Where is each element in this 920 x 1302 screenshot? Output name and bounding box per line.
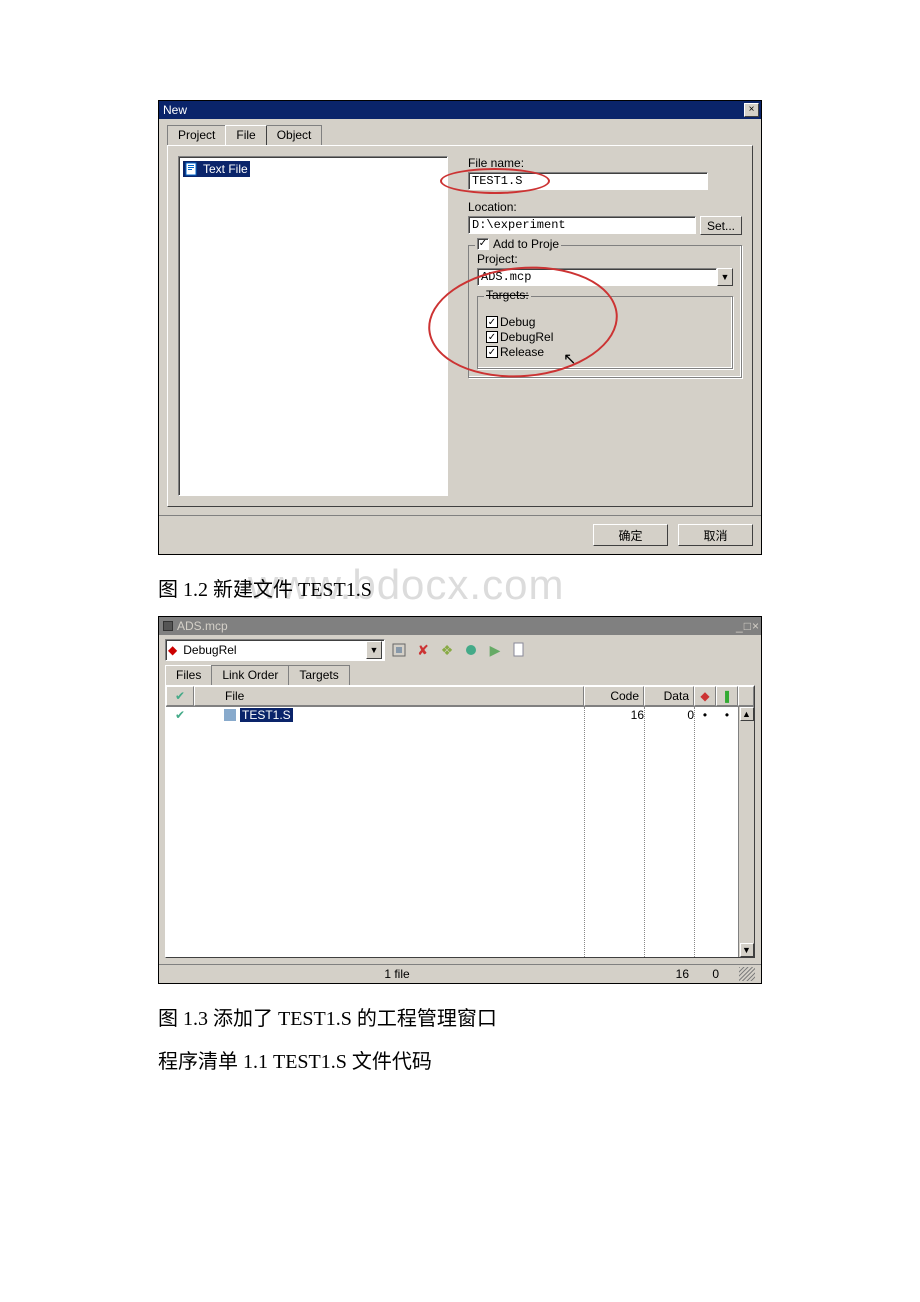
- minimize-icon[interactable]: _: [736, 619, 743, 633]
- target-release[interactable]: ✓ Release: [486, 345, 724, 359]
- targets-label: Targets:: [484, 288, 531, 302]
- statusbar: 1 file 16 0: [159, 964, 761, 983]
- file-name-input[interactable]: [468, 172, 708, 190]
- target-debug[interactable]: ✓ Debug: [486, 315, 724, 329]
- target-label: Release: [500, 345, 544, 359]
- right-column: File name: Location: Set...: [468, 156, 742, 496]
- list-item-text-file[interactable]: Text File: [183, 161, 250, 177]
- target-label: DebugRel: [500, 330, 553, 344]
- table-body: ✔ TEST1.S 16 0 • • ▾ ▲ ▼: [166, 707, 754, 957]
- add-to-project-group: ✓ Add to Proje Project: ▼ Targets: ✓: [468, 245, 742, 378]
- window-title: ADS.mcp: [177, 619, 228, 633]
- row-data: 0: [644, 708, 694, 722]
- toolbar: ◆ DebugRel ▼ ✘ ❖ ▶: [159, 635, 761, 665]
- col-check[interactable]: ✔: [166, 686, 194, 706]
- scroll-up-icon[interactable]: ▲: [740, 707, 754, 721]
- settings-icon[interactable]: [389, 640, 409, 660]
- target-label: Debug: [500, 315, 535, 329]
- targets-group: Targets: ✓ Debug ✓ DebugRel ✓: [477, 296, 733, 369]
- window-title: New: [163, 103, 187, 117]
- row-code: 16: [584, 708, 644, 722]
- figure-caption-1: 图 1.2 新建文件 TEST1.S: [158, 573, 762, 602]
- table-row[interactable]: ✔ TEST1.S 16 0 • • ▾: [166, 707, 754, 723]
- row-file-name: TEST1.S: [240, 708, 293, 722]
- asm-file-icon: [224, 709, 236, 721]
- new-dialog: New × Project File Object Text File: [158, 100, 762, 555]
- close-icon[interactable]: ×: [752, 619, 759, 633]
- target-bullet-icon: ◆: [168, 643, 177, 657]
- location-input[interactable]: [468, 216, 696, 234]
- list-item-label: Text File: [203, 162, 248, 176]
- target-debugrel[interactable]: ✓ DebugRel: [486, 330, 724, 344]
- project-icon: [163, 621, 173, 631]
- cursor-arrow-icon: ↖: [563, 349, 576, 369]
- col-icon-1[interactable]: ◆: [694, 686, 716, 706]
- chevron-down-icon[interactable]: ▼: [717, 268, 733, 286]
- status-data-total: 0: [689, 967, 739, 981]
- clean-icon[interactable]: ❖: [437, 640, 457, 660]
- set-button[interactable]: Set...: [700, 216, 742, 235]
- chevron-down-icon[interactable]: ▼: [366, 641, 382, 659]
- tab-project[interactable]: Project: [167, 125, 226, 145]
- file-type-list[interactable]: Text File: [178, 156, 448, 496]
- project-window: ADS.mcp _ □ × ◆ DebugRel ▼ ✘ ❖ ▶: [158, 616, 762, 984]
- text-file-icon: [185, 162, 199, 176]
- tab-strip: Project File Object: [167, 125, 753, 145]
- resize-grip-icon[interactable]: [739, 967, 755, 981]
- row-dot-icon: •: [716, 708, 738, 722]
- vertical-scrollbar[interactable]: ▲ ▼: [738, 707, 754, 957]
- sync-icon[interactable]: ✘: [413, 640, 433, 660]
- col-data[interactable]: Data: [644, 686, 694, 706]
- tab-link-order[interactable]: Link Order: [211, 665, 289, 685]
- run-icon[interactable]: ▶: [485, 640, 505, 660]
- scroll-down-icon[interactable]: ▼: [740, 943, 754, 957]
- checkbox-icon: ✓: [486, 346, 498, 358]
- document-icon[interactable]: [509, 640, 529, 660]
- tab-file[interactable]: File: [225, 125, 266, 145]
- dialog-footer: 确定 取消: [159, 515, 761, 554]
- tab-files[interactable]: Files: [165, 665, 212, 685]
- ok-button[interactable]: 确定: [593, 524, 668, 546]
- row-dot-icon: •: [694, 708, 716, 722]
- project-tabs: Files Link Order Targets: [159, 665, 761, 685]
- col-scroll-gap: [738, 686, 754, 706]
- make-icon[interactable]: [461, 640, 481, 660]
- row-check-icon: ✔: [166, 708, 194, 722]
- file-name-label: File name:: [468, 156, 742, 170]
- target-selector[interactable]: ◆ DebugRel ▼: [165, 639, 385, 661]
- tab-object[interactable]: Object: [266, 125, 323, 145]
- checkbox-icon: ✓: [486, 331, 498, 343]
- project-combo[interactable]: [477, 268, 717, 286]
- project-label: Project:: [477, 252, 733, 266]
- cancel-button[interactable]: 取消: [678, 524, 753, 546]
- col-code[interactable]: Code: [584, 686, 644, 706]
- checkbox-icon: ✓: [486, 316, 498, 328]
- listing-caption: 程序清单 1.1 TEST1.S 文件代码: [158, 1045, 762, 1074]
- maximize-icon[interactable]: □: [744, 619, 751, 633]
- add-to-project-checkbox[interactable]: ✓: [477, 238, 489, 250]
- target-selected-label: DebugRel: [183, 643, 236, 657]
- close-icon[interactable]: ×: [744, 103, 759, 117]
- tab-targets[interactable]: Targets: [288, 665, 349, 685]
- status-file-count: 1 file: [165, 967, 629, 981]
- add-to-project-label: Add to Proje: [493, 237, 559, 251]
- file-table: ✔ File Code Data ◆ ❚ ✔ TEST1.S 16 0 •: [165, 685, 755, 958]
- location-label: Location:: [468, 200, 742, 214]
- tab-panel: Text File File name: Location:: [167, 145, 753, 507]
- titlebar: ADS.mcp _ □ ×: [159, 617, 761, 635]
- status-code-total: 16: [629, 967, 689, 981]
- titlebar: New ×: [159, 101, 761, 119]
- col-icon-2[interactable]: ❚: [716, 686, 738, 706]
- figure-caption-2: 图 1.3 添加了 TEST1.S 的工程管理窗口: [158, 1002, 762, 1031]
- table-header: ✔ File Code Data ◆ ❚: [166, 686, 754, 707]
- col-file[interactable]: File: [194, 686, 584, 706]
